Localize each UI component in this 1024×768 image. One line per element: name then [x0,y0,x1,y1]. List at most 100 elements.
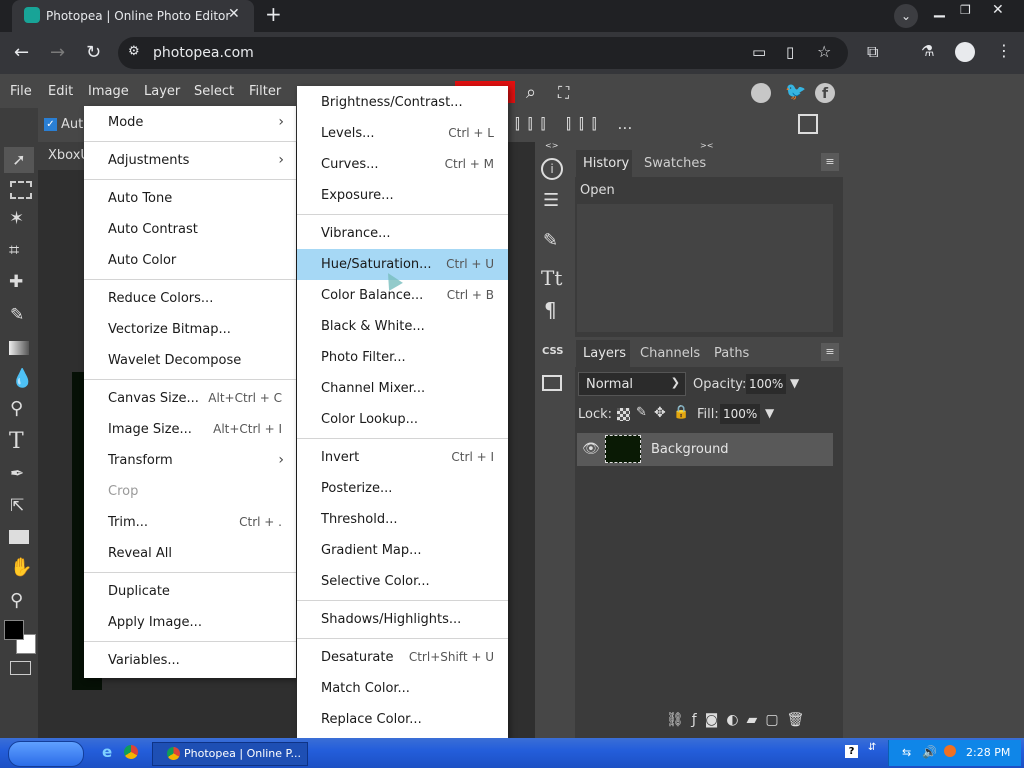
start-button[interactable] [8,741,84,767]
menu-item-black-white[interactable]: Black & White... [297,311,508,342]
css-label[interactable]: CSS [542,346,563,357]
layer-row[interactable]: 👁 Background [577,433,833,466]
menu-item-photo-filter[interactable]: Photo Filter... [297,342,508,373]
menu-item-reveal-all[interactable]: Reveal All [84,538,296,569]
history-panel-menu-icon[interactable]: ≡ [821,153,839,171]
profile-avatar-icon[interactable] [955,42,975,62]
new-tab-icon[interactable]: + [265,2,282,26]
menu-item-selective-color[interactable]: Selective Color... [297,566,508,597]
menu-item-hue-saturation[interactable]: Hue/Saturation... Ctrl + U [297,249,508,280]
path-select-icon[interactable]: ⇱ [10,496,24,516]
keyboard-icon[interactable] [10,661,31,675]
browser-menu-icon[interactable]: ⋮ [996,41,1012,60]
network-icon[interactable]: ⇆ [902,746,911,759]
tab-search-icon[interactable]: ⌄ [894,4,918,28]
gradient-tool-icon[interactable] [9,341,29,355]
brush-settings-icon[interactable]: ✎ [543,230,558,251]
menu-item-levels[interactable]: Levels... Ctrl + L [297,118,508,149]
taskbar-photopea-button[interactable]: Photopea | Online P... [152,742,308,766]
twitter-icon[interactable]: 🐦 [785,82,806,102]
menu-item-curves[interactable]: Curves... Ctrl + M [297,149,508,180]
crop-tool-icon[interactable]: ⌗ [9,240,19,261]
facebook-icon[interactable]: f [815,83,835,103]
opacity-input[interactable]: 100% [746,374,786,394]
menu-item-auto-color[interactable]: Auto Color [84,245,296,276]
paragraph-icon[interactable]: ¶ [544,298,557,322]
marquee-tool-icon[interactable] [10,181,32,199]
adjust-sliders-icon[interactable]: ☰ [543,190,559,211]
menu-item-adjustments[interactable]: Adjustments › [84,145,296,176]
healing-tool-icon[interactable]: ✚ [9,272,23,292]
labs-flask-icon[interactable]: ⚗ [921,42,934,60]
brush-tool-icon[interactable]: ✎ [10,305,24,325]
type-tool-icon[interactable]: T [9,429,24,454]
link-layers-icon[interactable]: ⛓ [666,712,692,728]
minimize-window-icon[interactable]: ▁ [934,2,945,18]
fullscreen-icon[interactable]: ⛶ [558,83,569,103]
dodge-tool-icon[interactable]: ⚲ [10,398,23,419]
chrome-quicklaunch-icon[interactable] [124,745,138,759]
menu-image[interactable]: Image [88,84,129,99]
swatches-tab[interactable]: Swatches [644,156,706,171]
help-icon[interactable]: ? [845,745,858,758]
ie-icon[interactable]: e [102,743,112,761]
tray-app-icon[interactable] [944,745,956,757]
zoom-tool-icon[interactable]: ⚲ [10,590,23,611]
close-window-icon[interactable]: ✕ [992,2,1004,18]
menu-filter[interactable]: Filter [249,84,281,99]
lock-position-icon[interactable]: ✥ [654,405,666,421]
menu-item-reduce-colors[interactable]: Reduce Colors... [84,283,296,314]
restore-window-icon[interactable]: ❐ [960,3,971,17]
auto-select-checkbox[interactable]: ✓ [44,118,57,131]
reload-icon[interactable]: ↻ [86,42,101,63]
close-tab-icon[interactable]: ✕ [228,6,240,22]
lock-pixels-icon[interactable]: ✎ [636,405,647,420]
channels-tab[interactable]: Channels [640,346,700,361]
menu-item-mode[interactable]: Mode › [84,107,296,138]
panel-toggle-arrows-icon[interactable]: >< [700,141,713,150]
new-layer-icon[interactable]: ▢ [765,712,786,728]
fill-input[interactable]: 100% [720,404,760,424]
menu-item-apply-image[interactable]: Apply Image... [84,607,296,638]
back-icon[interactable]: ← [14,42,29,63]
hand-tool-icon[interactable]: ✋ [10,557,32,578]
paths-tab[interactable]: Paths [714,346,749,361]
menu-item-posterize[interactable]: Posterize... [297,473,508,504]
new-group-icon[interactable]: ▰ [747,712,766,728]
menu-item-threshold[interactable]: Threshold... [297,504,508,535]
menu-item-image-size[interactable]: Image Size... Alt+Ctrl + I [84,414,296,445]
align-icons-group[interactable]: ⫿⫿⫿ ⫿⫿⫿ … [515,115,640,133]
menu-item-channel-mixer[interactable]: Channel Mixer... [297,373,508,404]
menu-item-exposure[interactable]: Exposure... [297,180,508,211]
layer-effects-icon[interactable]: ƒ [692,712,705,728]
blur-tool-icon[interactable]: 💧 [11,368,33,389]
lock-all-icon[interactable]: 🔒 [673,405,689,420]
menu-item-brightness-contrast[interactable]: Brightness/Contrast... [297,87,508,118]
menu-item-wavelet-decompose[interactable]: Wavelet Decompose [84,345,296,376]
extensions-icon[interactable]: ⧉ [867,42,878,62]
menu-item-auto-tone[interactable]: Auto Tone [84,183,296,214]
menu-item-transform[interactable]: Transform › [84,445,296,476]
bookmark-star-icon[interactable]: ☆ [817,42,831,61]
character-icon[interactable]: Tt [541,266,562,290]
magic-wand-icon[interactable]: ✶ [9,208,24,229]
menu-item-color-balance[interactable]: Color Balance... Ctrl + B [297,280,508,311]
layers-panel-menu-icon[interactable]: ≡ [821,343,839,361]
info-icon[interactable]: i [541,158,563,180]
move-tool-icon[interactable]: ➚ [4,147,34,173]
menu-item-replace-color[interactable]: Replace Color... [297,704,508,735]
menu-item-invert[interactable]: Invert Ctrl + I [297,442,508,473]
menu-item-desaturate[interactable]: Desaturate Ctrl+Shift + U [297,642,508,673]
menu-item-vibrance[interactable]: Vibrance... [297,218,508,249]
fill-dropdown-icon[interactable]: ▼ [765,406,774,420]
menu-item-duplicate[interactable]: Duplicate [84,576,296,607]
lock-transparency-icon[interactable] [617,408,630,421]
forward-icon[interactable]: → [50,42,65,63]
menu-file[interactable]: File [10,84,32,99]
delete-layer-icon[interactable]: 🗑 [787,712,813,728]
menu-item-shadows-highlights[interactable]: Shadows/Highlights... [297,604,508,635]
menu-item-auto-contrast[interactable]: Auto Contrast [84,214,296,245]
menu-item-canvas-size[interactable]: Canvas Size... Alt+Ctrl + C [84,383,296,414]
pen-tool-icon[interactable]: ✒ [10,464,24,484]
page-icon[interactable]: ▯ [786,43,794,61]
